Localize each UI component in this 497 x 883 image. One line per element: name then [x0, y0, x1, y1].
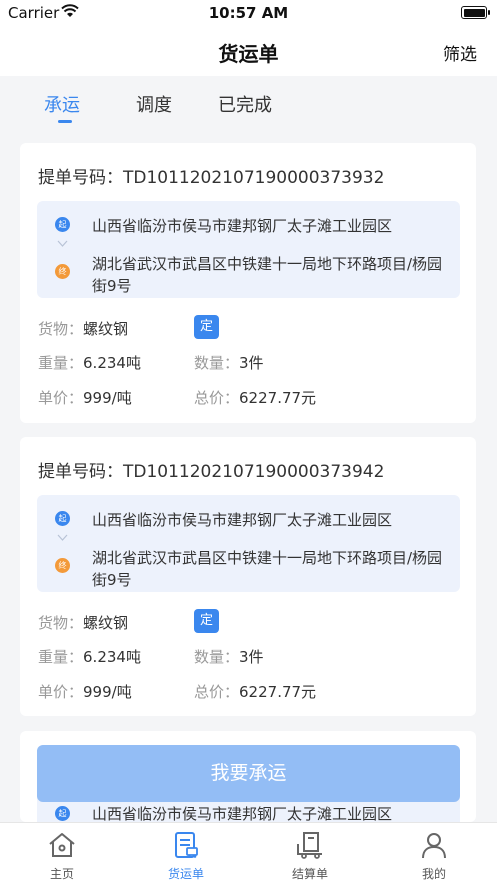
chevron-down-icon	[57, 240, 68, 247]
start-dot: 起	[55, 217, 70, 232]
tab-completed[interactable]: 已完成	[218, 91, 272, 117]
weight-field: 重量：6.234吨	[38, 648, 141, 666]
home-icon	[49, 833, 75, 857]
origin-address: 山西省临汾市侯马市建邦钢厂太子滩工业园区	[92, 217, 393, 235]
user-icon	[422, 833, 446, 859]
route-box: 起 终 山西省临汾市侯马市建邦钢厂太子滩工业园区 湖北省武汉市武昌区中铁建十一局…	[37, 495, 460, 592]
tabbar-item-mine[interactable]: 我的	[372, 823, 496, 883]
tab-carrying[interactable]: 承运	[44, 91, 80, 117]
start-dot: 起	[55, 511, 70, 526]
page-title: 货运单	[218, 42, 279, 66]
unit-price-field: 单价：999/吨	[38, 683, 132, 701]
origin-address: 山西省临汾市侯马市建邦钢厂太子滩工业园区	[92, 511, 393, 529]
clock: 10:57 AM	[208, 4, 289, 22]
goods-field: 货物：螺纹钢	[38, 320, 129, 338]
origin-address: 山西省临汾市侯马市建邦钢厂太子滩工业园区	[92, 805, 393, 823]
order-card[interactable]: 提单号码：TD1011202107190000373942 起 终 山西省临汾市…	[20, 437, 476, 716]
accept-carriage-button[interactable]: 我要承运	[37, 745, 460, 802]
tabbar-item-settlement[interactable]: 结算单	[248, 823, 372, 883]
quantity-field: 数量：3件	[194, 648, 264, 666]
tabbar-item-waybill[interactable]: 货运单	[124, 823, 248, 883]
total-price-field: 总价：6227.77元	[194, 683, 317, 701]
start-dot: 起	[55, 806, 70, 821]
filter-button[interactable]: 筛选	[443, 40, 477, 65]
status-bar: Carrier 10:57 AM	[0, 0, 497, 26]
end-dot: 终	[55, 264, 70, 279]
tab-indicator	[58, 120, 72, 123]
tab-bar-top: 承运 调度 已完成	[0, 78, 497, 128]
destination-address: 湖北省武汉市武昌区中铁建十一局地下环路项目/杨园街9号	[92, 255, 443, 295]
fixed-price-badge: 定	[194, 609, 219, 633]
order-number: 提单号码：TD1011202107190000373932	[38, 168, 385, 188]
weight-field: 重量：6.234吨	[38, 354, 141, 372]
nav-bar: 货运单 筛选	[0, 26, 497, 76]
order-number: 提单号码：TD1011202107190000373942	[38, 462, 385, 482]
waybill-icon	[175, 832, 198, 858]
quantity-field: 数量：3件	[194, 354, 264, 372]
fixed-price-badge: 定	[194, 315, 219, 339]
battery-icon	[461, 6, 490, 19]
tab-dispatch[interactable]: 调度	[136, 91, 172, 117]
bottom-tab-bar: 主页 货运单 结算单 我的	[0, 822, 497, 883]
route-box: 起 终 山西省临汾市侯马市建邦钢厂太子滩工业园区 湖北省武汉市武昌区中铁建十一局…	[37, 201, 460, 298]
chevron-down-icon	[57, 534, 68, 541]
order-card[interactable]: 提单号码：TD1011202107190000373932 起 终 山西省临汾市…	[20, 143, 476, 423]
goods-field: 货物：螺纹钢	[38, 614, 129, 632]
end-dot: 终	[55, 558, 70, 573]
total-price-field: 总价：6227.77元	[194, 389, 317, 407]
settlement-icon	[297, 832, 322, 859]
tabbar-item-home[interactable]: 主页	[0, 823, 124, 883]
destination-address: 湖北省武汉市武昌区中铁建十一局地下环路项目/杨园街9号	[92, 549, 443, 589]
unit-price-field: 单价：999/吨	[38, 389, 132, 407]
